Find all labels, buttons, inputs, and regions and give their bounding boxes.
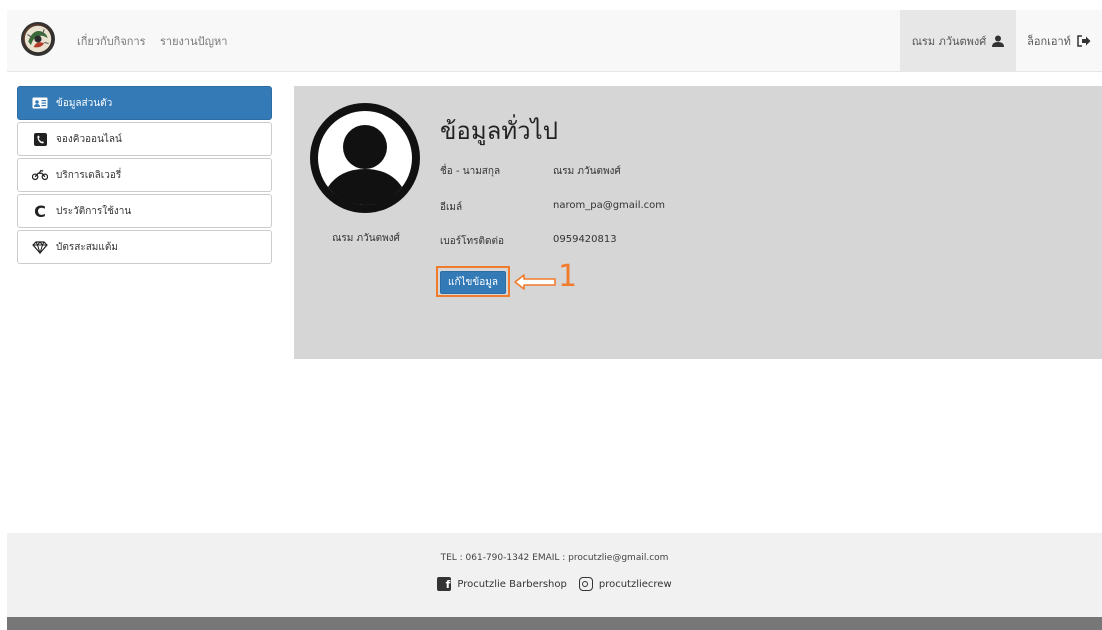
facebook-name[interactable]: Procutzlie Barbershop: [457, 579, 566, 590]
nav-link-report[interactable]: รายงานปัญหา: [160, 32, 227, 50]
email-value: narom_pa@gmail.com: [553, 200, 666, 211]
fullname-value: ณรม ภวันตพงศ์: [553, 166, 621, 177]
logout-link[interactable]: ล็อกเอาท์: [1016, 10, 1102, 71]
sidebar-item-online-booking[interactable]: จองคิวออนไลน์: [17, 122, 272, 156]
email-label: อีเมล์: [440, 202, 463, 213]
user-icon: [992, 35, 1005, 47]
phone-label: เบอร์โทรติดต่อ: [440, 236, 504, 247]
footer-contact: TEL : 061-790-1342 EMAIL : procutzlie@gm…: [440, 553, 669, 563]
sidebar-item-loyalty-card[interactable]: บัตรสะสมแต้ม: [17, 230, 272, 264]
page-title: ข้อมูลทั่วไป: [440, 117, 558, 145]
edit-profile-button[interactable]: แก้ไขข้อมูล: [440, 271, 506, 294]
bottom-bar: [7, 617, 1102, 630]
history-icon: C: [34, 201, 46, 221]
id-card-icon: [32, 97, 48, 109]
footer: TEL : 061-790-1342 EMAIL : procutzlie@gm…: [7, 533, 1102, 617]
phone-icon: [32, 132, 48, 146]
logout-label: ล็อกเอาท์: [1027, 34, 1071, 48]
facebook-icon[interactable]: f: [437, 577, 452, 591]
top-navbar: เกี่ยวกับกิจการ รายงานปัญหา ณรม ภวันตพงศ…: [7, 10, 1102, 72]
sidebar-item-label: ข้อมูลส่วนตัว: [56, 97, 113, 109]
sidebar-item-label: จองคิวออนไลน์: [56, 133, 122, 145]
phone-value: 0959420813: [553, 234, 617, 245]
nav-link-about[interactable]: เกี่ยวกับกิจการ: [77, 32, 146, 50]
sidebar-menu: ข้อมูลส่วนตัว จองคิวออนไลน์ บริการเดลิเว…: [17, 86, 272, 266]
sidebar-item-label: บริการเดลิเวอรี่: [56, 169, 122, 181]
nav-user-menu[interactable]: ณรม ภวันตพงศ์: [900, 10, 1016, 71]
annotation-arrow-icon: [514, 274, 556, 290]
fullname-label: ชื่อ - นามสกุล: [440, 166, 501, 177]
sidebar-item-history[interactable]: C ประวัติการใช้งาน: [17, 194, 272, 228]
profile-panel: ณรม ภวันตพงศ์ ข้อมูลทั่วไป ชื่อ - นามสกุ…: [294, 86, 1102, 359]
instagram-icon[interactable]: [578, 577, 593, 591]
barbershop-logo[interactable]: [21, 22, 55, 56]
sidebar-item-label: บัตรสะสมแต้ม: [56, 241, 118, 253]
sidebar-item-label: ประวัติการใช้งาน: [56, 205, 132, 217]
footer-social: f Procutzlie Barbershop procutzliecrew: [7, 577, 1102, 591]
sidebar-item-personal-info[interactable]: ข้อมูลส่วนตัว: [17, 86, 272, 120]
diamond-icon: [32, 240, 48, 254]
instagram-name[interactable]: procutzliecrew: [599, 579, 672, 590]
avatar-icon: [310, 103, 420, 213]
motorcycle-icon: [32, 169, 48, 181]
sidebar-item-delivery[interactable]: บริการเดลิเวอรี่: [17, 158, 272, 192]
annotation-number: 1: [558, 259, 578, 294]
edit-button-highlight: แก้ไขข้อมูล: [436, 266, 510, 297]
nav-user-name: ณรม ภวันตพงศ์: [911, 34, 987, 48]
sign-out-icon: [1077, 34, 1091, 47]
avatar-name: ณรม ภวันตพงศ์: [332, 233, 400, 244]
